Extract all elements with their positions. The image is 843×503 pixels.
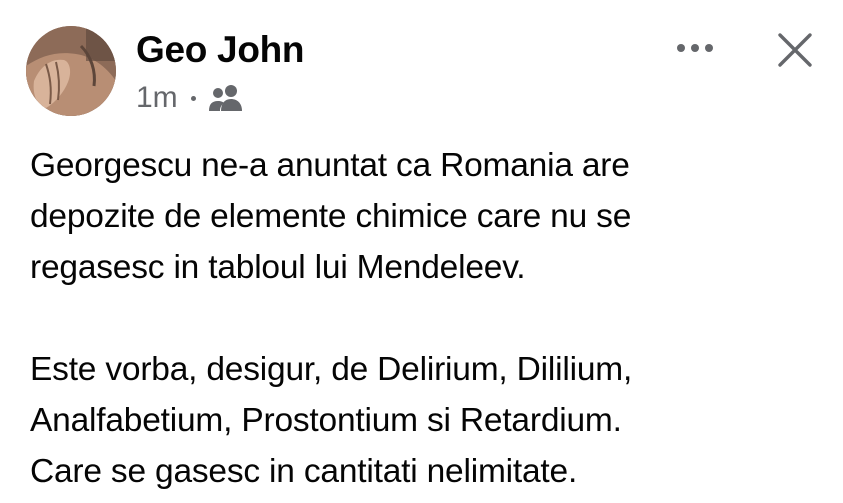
- avatar-photo: [26, 26, 116, 116]
- post-card: Geo John 1m Georgescu ne-a anuntat ca Ro…: [0, 0, 843, 503]
- avatar[interactable]: [26, 26, 116, 116]
- more-horizontal-icon: [677, 44, 713, 52]
- friends-icon[interactable]: [208, 83, 244, 113]
- post-paragraph: Este vorba, desigur, de Delirium, Dilili…: [30, 351, 633, 490]
- close-icon: [778, 33, 812, 67]
- post-meta: 1m: [136, 78, 244, 118]
- close-button[interactable]: [772, 27, 818, 73]
- post-text: Georgescu ne-a anuntat ca Romania are de…: [30, 140, 830, 497]
- author-name[interactable]: Geo John: [136, 28, 305, 72]
- separator-dot: [190, 95, 196, 101]
- post-timestamp[interactable]: 1m: [136, 78, 178, 118]
- more-options-button[interactable]: [672, 30, 718, 66]
- post-paragraph: Georgescu ne-a anuntat ca Romania are de…: [30, 147, 632, 286]
